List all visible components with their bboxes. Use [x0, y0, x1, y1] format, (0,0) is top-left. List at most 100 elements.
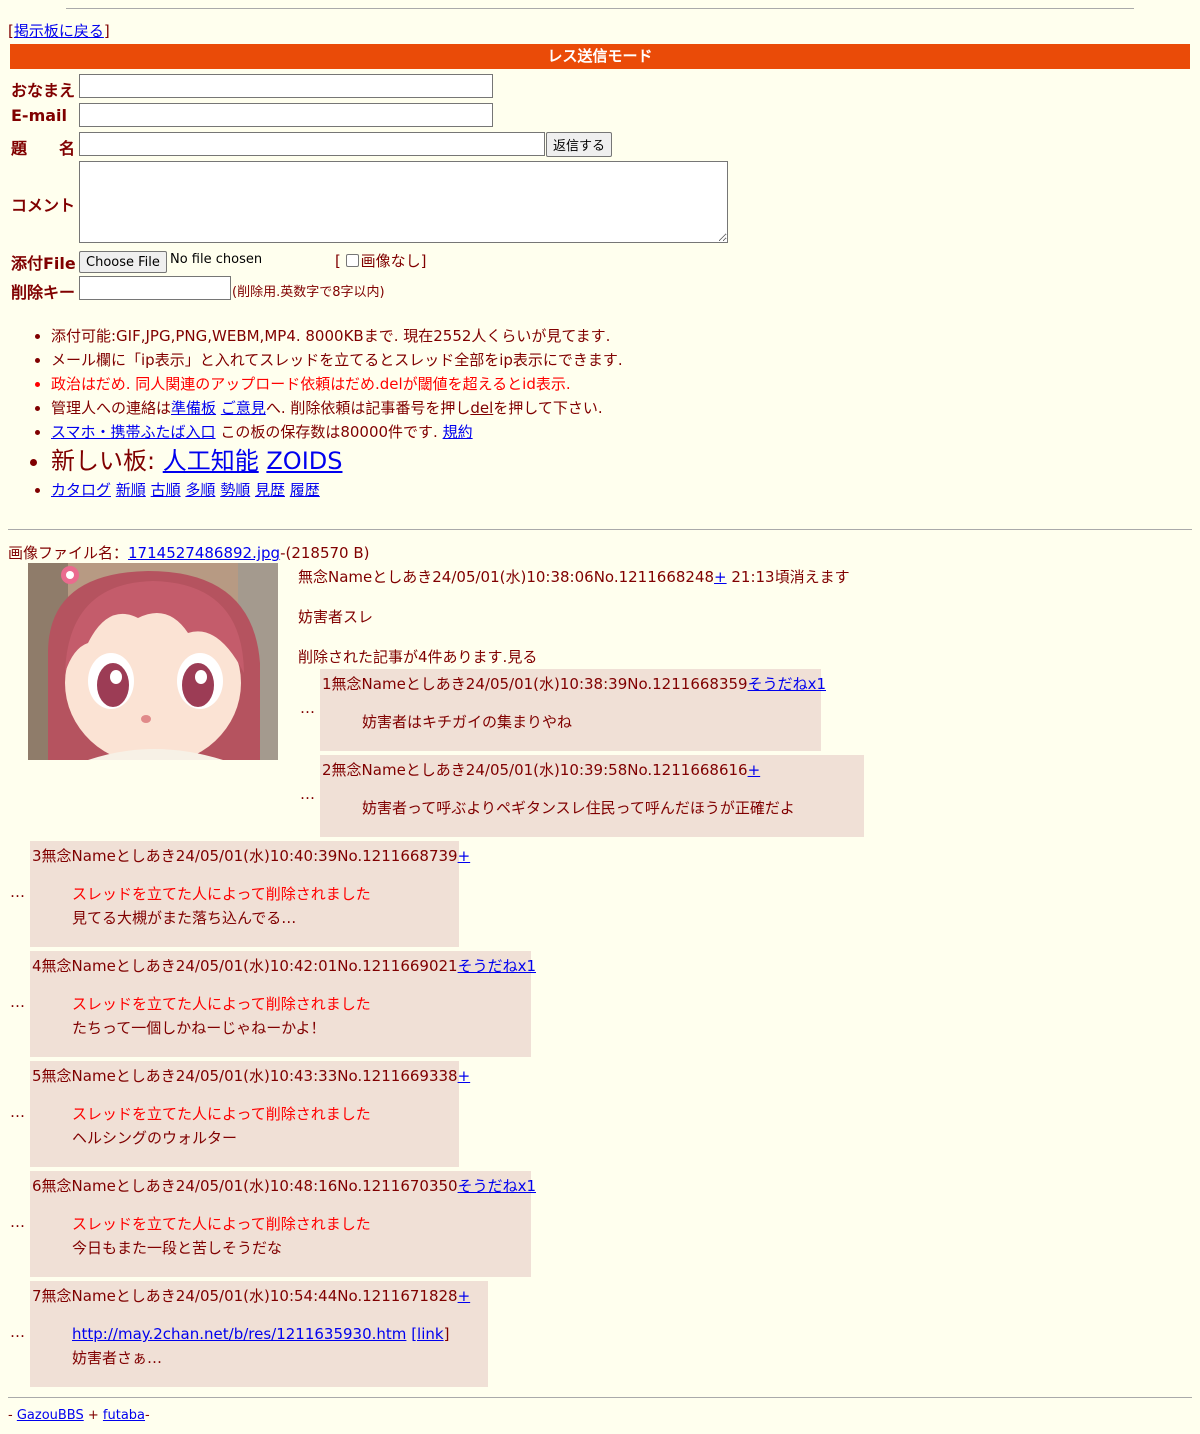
- email-input[interactable]: [79, 103, 493, 127]
- reply-dots: …: [10, 1323, 25, 1341]
- reply-post: 1無念Nameとしあき24/05/01(水)10:38:39No.1211668…: [320, 669, 826, 751]
- reply-body: http://may.2chan.net/b/res/1211635930.ht…: [72, 1322, 486, 1370]
- plus-link[interactable]: +: [748, 761, 761, 779]
- reply-meta: 7無念Nameとしあき24/05/01(水)10:54:44No.1211671…: [32, 1287, 458, 1305]
- deleted-by-op-note: スレッドを立てた人によって削除されました: [72, 1105, 371, 1123]
- reply-meta: 4無念Nameとしあき24/05/01(水)10:42:01No.1211669…: [32, 957, 458, 975]
- reply-dots: …: [300, 785, 315, 803]
- history-link[interactable]: 履歴: [290, 481, 320, 499]
- thread-url-link[interactable]: http://may.2chan.net/b/res/1211635930.ht…: [72, 1325, 406, 1343]
- new-boards-label: 新しい板:: [51, 447, 163, 475]
- name-input[interactable]: [79, 74, 493, 98]
- reply-dots: …: [10, 1213, 25, 1231]
- reply-header: 1無念Nameとしあき24/05/01(水)10:38:39No.1211668…: [322, 673, 826, 694]
- thread-meta: 無念Nameとしあき24/05/01(水)10:38:06No.12116682…: [298, 568, 715, 586]
- rule-text: 添付可能:GIF,JPG,PNG,WEBM,MP4. 8000KBまで. 現在2…: [51, 327, 611, 345]
- reply-body: 妨害者はキチガイの集まりやね: [362, 710, 819, 734]
- reply-dots: …: [10, 1103, 25, 1121]
- reply-meta: 3無念Nameとしあき24/05/01(水)10:40:39No.1211668…: [32, 847, 458, 865]
- sodane-link[interactable]: そうだねx1: [458, 957, 536, 975]
- no-image-label: 画像なし: [360, 252, 421, 270]
- no-image-checkbox[interactable]: [345, 254, 359, 267]
- plus-link[interactable]: +: [458, 847, 471, 865]
- mobile-entry-link[interactable]: スマホ・携帯ふたば入口: [51, 423, 216, 441]
- deleted-by-op-note: スレッドを立てた人によって削除されました: [72, 885, 371, 903]
- link-tag[interactable]: [link: [411, 1325, 443, 1343]
- reply-post: 7無念Nameとしあき24/05/01(水)10:54:44No.1211671…: [30, 1281, 488, 1387]
- thread-thumbnail-image[interactable]: [28, 563, 278, 760]
- sodane-link[interactable]: そうだねx1: [458, 1177, 536, 1195]
- footer-divider: [8, 1397, 1192, 1398]
- reply-mode-bar: レス送信モード: [10, 44, 1190, 69]
- plus-link[interactable]: +: [458, 1067, 471, 1085]
- reply-header: 6無念Nameとしあき24/05/01(水)10:48:16No.1211670…: [32, 1175, 536, 1196]
- futaba-link[interactable]: futaba: [103, 1408, 145, 1423]
- thread-plus-link[interactable]: +: [714, 568, 727, 586]
- bracket-open: [: [335, 252, 341, 270]
- reply-header: 3無念Nameとしあき24/05/01(水)10:40:39No.1211668…: [32, 845, 470, 866]
- subject-label: 題 名: [11, 139, 76, 158]
- bracket-close: ]: [443, 1325, 450, 1343]
- file-size: -(218570 B): [280, 544, 370, 562]
- rule-item: メール欄に「ip表示」と入れてスレッドを立てるとスレッド全部をip表示にできます…: [51, 348, 623, 372]
- reply-body: スレッドを立てた人によって削除されました たちって一個しかねーじゃねーかよ！: [72, 992, 529, 1040]
- view-history-link[interactable]: 見歴: [255, 481, 285, 499]
- del-link[interactable]: del: [470, 399, 493, 417]
- rule-item: スマホ・携帯ふたば入口 この板の保存数は80000件です. 規約: [51, 420, 623, 444]
- catalog-link[interactable]: カタログ: [51, 481, 111, 499]
- sort-momentum-link[interactable]: 勢順: [220, 481, 250, 499]
- plus-link[interactable]: +: [458, 1287, 471, 1305]
- anime-girl-illustration: [28, 563, 278, 760]
- back-to-board-link[interactable]: 掲示板に戻る: [14, 22, 104, 40]
- subject-input[interactable]: [79, 132, 545, 156]
- rule-item: 管理人への連絡は準備板 ご意見へ. 削除依頼は記事番号を押しdelを押して下さい…: [51, 396, 623, 420]
- sodane-link[interactable]: そうだねx1: [748, 675, 826, 693]
- ai-board-link[interactable]: 人工知能: [163, 447, 259, 475]
- reply-text: 見てる大槻がまた落ち込んでる…: [72, 909, 297, 927]
- sort-new-link[interactable]: 新順: [116, 481, 146, 499]
- reply-meta: 5無念Nameとしあき24/05/01(水)10:43:33No.1211669…: [32, 1067, 458, 1085]
- file-name-label: 画像ファイル名：: [8, 544, 129, 562]
- reply-body: スレッドを立てた人によって削除されました 見てる大槻がまた落ち込んでる…: [72, 882, 457, 930]
- name-label: おなまえ: [11, 81, 76, 100]
- reply-text: 今日もまた一段と苦しそうだな: [72, 1239, 283, 1257]
- sort-many-link[interactable]: 多順: [185, 481, 215, 499]
- reply-meta: 1無念Nameとしあき24/05/01(水)10:38:39No.1211668…: [322, 675, 748, 693]
- bracket-close: ]: [103, 22, 110, 40]
- reply-text: 妨害者って呼ぶよりペギタンスレ住民って呼んだほうが正確だよ: [362, 799, 795, 817]
- gazoubbs-link[interactable]: GazouBBS: [17, 1408, 84, 1423]
- terms-link[interactable]: 規約: [443, 423, 473, 441]
- sort-old-link[interactable]: 古順: [151, 481, 181, 499]
- section-divider: [8, 529, 1192, 530]
- reply-header: 7無念Nameとしあき24/05/01(水)10:54:44No.1211671…: [32, 1285, 486, 1306]
- zoids-board-link[interactable]: ZOIDS: [266, 447, 342, 475]
- comment-textarea[interactable]: [79, 161, 728, 243]
- reply-text: ヘルシングのウォルター: [72, 1129, 238, 1147]
- prep-board-link[interactable]: 準備板: [171, 399, 216, 417]
- reply-post: 6無念Nameとしあき24/05/01(水)10:48:16No.1211670…: [30, 1171, 536, 1277]
- choose-file-button[interactable]: Choose File: [79, 251, 167, 273]
- rule-item: 添付可能:GIF,JPG,PNG,WEBM,MP4. 8000KBまで. 現在2…: [51, 324, 623, 348]
- no-image-option: [ 画像なし]: [335, 250, 427, 271]
- rule-text: この板の保存数は80000件です.: [215, 423, 443, 441]
- thread-body: 妨害者スレ: [298, 608, 374, 626]
- rule-item: 政治はだめ. 同人関連のアップロード依頼はだめ.delが閾値を超えるとid表示.: [51, 372, 623, 396]
- reply-header: 4無念Nameとしあき24/05/01(水)10:42:01No.1211669…: [32, 955, 536, 976]
- comment-label: コメント: [11, 196, 76, 215]
- back-nav: [掲示板に戻る]: [8, 20, 110, 41]
- image-file-link[interactable]: 1714527486892.jpg: [128, 544, 280, 562]
- board-rules-list: 添付可能:GIF,JPG,PNG,WEBM,MP4. 8000KBまで. 現在2…: [0, 324, 623, 502]
- submit-reply-button[interactable]: 返信する: [546, 132, 613, 157]
- delete-key-label: 削除キー: [11, 283, 76, 302]
- feedback-link[interactable]: ご意見: [221, 399, 266, 417]
- reply-meta: 6無念Nameとしあき24/05/01(水)10:48:16No.1211670…: [32, 1177, 458, 1195]
- reply-dots: …: [10, 993, 25, 1011]
- file-label: 添付File: [11, 254, 76, 273]
- delete-key-input[interactable]: [79, 276, 231, 300]
- reply-header: 2無念Nameとしあき24/05/01(水)10:39:58No.1211668…: [322, 759, 862, 780]
- footer-dash: -: [8, 1408, 17, 1423]
- reply-url-line: http://may.2chan.net/b/res/1211635930.ht…: [72, 1322, 486, 1346]
- reply-text: 妨害者さぁ…: [72, 1349, 163, 1367]
- top-divider: [66, 8, 1134, 9]
- rule-text: を押して下さい.: [493, 399, 603, 417]
